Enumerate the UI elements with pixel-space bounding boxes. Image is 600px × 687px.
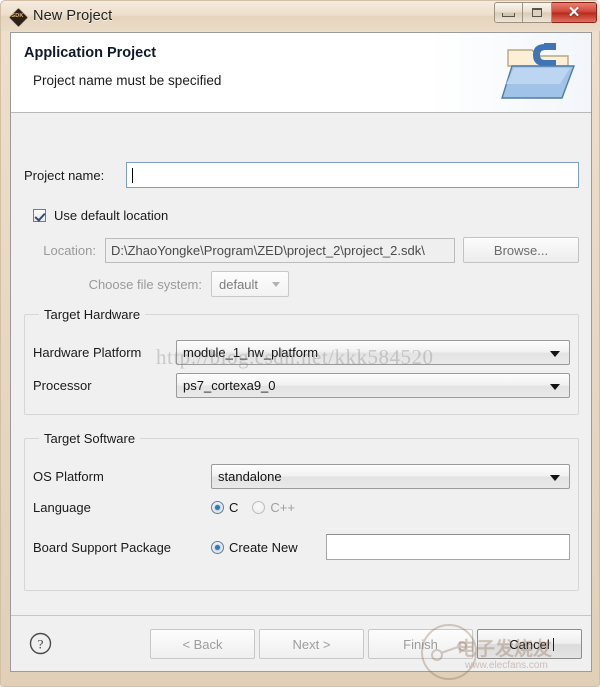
browse-button[interactable]: Browse...	[463, 237, 579, 263]
language-radio-c[interactable]	[211, 501, 224, 514]
cancel-button-label: Cancel	[509, 636, 550, 652]
svg-text:?: ?	[38, 637, 44, 652]
close-button[interactable]: ✕	[552, 2, 597, 23]
use-default-location-label: Use default location	[54, 208, 169, 223]
location-label: Location:	[43, 242, 96, 258]
target-hardware-title: Target Hardware	[39, 307, 146, 322]
hardware-platform-combo[interactable]: module_1_hw_platform	[176, 340, 570, 365]
chevron-down-icon	[550, 383, 560, 390]
language-label-cpp: C++	[270, 500, 295, 515]
button-caret	[553, 638, 554, 651]
title-bar: SDK New Project ✕	[1, 1, 600, 31]
board-support-package-row: Board Support Package Create New	[33, 534, 570, 560]
dialog-window: SDK New Project ✕ Application Project Pr…	[0, 0, 600, 687]
os-platform-value: standalone	[218, 469, 282, 484]
location-value: D:\ZhaoYongke\Program\ZED\project_2\proj…	[111, 242, 425, 258]
processor-combo[interactable]: ps7_cortexa9_0	[176, 373, 570, 398]
use-default-location-checkbox[interactable]	[33, 209, 46, 222]
bsp-label-create-new: Create New	[229, 539, 298, 555]
sdk-diamond-icon: SDK	[8, 6, 29, 28]
project-name-row: Project name:	[24, 162, 579, 188]
file-system-combo[interactable]: default	[211, 271, 289, 297]
page-message: Project name must be specified	[33, 73, 222, 88]
processor-value: ps7_cortexa9_0	[183, 378, 276, 393]
wizard-buttons: < Back Next > Finish Cancel	[150, 629, 582, 659]
language-label: Language	[33, 500, 91, 515]
project-name-input[interactable]	[126, 162, 579, 188]
location-row: Location: D:\ZhaoYongke\Program\ZED\proj…	[24, 237, 579, 263]
next-button[interactable]: Next >	[259, 629, 364, 659]
target-software-title: Target Software	[39, 431, 141, 446]
window-controls: ✕	[494, 2, 597, 23]
os-platform-label: OS Platform	[33, 469, 104, 484]
bsp-name-input[interactable]	[325, 534, 570, 560]
dialog-button-bar: ? < Back Next > Finish Cancel	[11, 615, 591, 671]
minimize-icon	[502, 13, 515, 17]
use-default-location-row[interactable]: Use default location	[33, 208, 168, 223]
text-caret	[132, 167, 133, 183]
location-input[interactable]: D:\ZhaoYongke\Program\ZED\project_2\proj…	[105, 237, 455, 263]
finish-button[interactable]: Finish	[368, 629, 473, 659]
hardware-platform-value: module_1_hw_platform	[183, 345, 319, 360]
help-button[interactable]: ?	[29, 632, 52, 655]
board-support-package-label: Board Support Package	[33, 539, 172, 555]
target-software-group: Target Software OS Platform standalone L…	[24, 431, 579, 591]
minimize-button[interactable]	[494, 2, 523, 23]
chevron-down-icon	[550, 474, 560, 481]
hardware-platform-row: Hardware Platform module_1_hw_platform	[33, 340, 570, 365]
os-platform-combo[interactable]: standalone	[211, 464, 570, 489]
os-platform-row: OS Platform standalone	[33, 464, 570, 489]
maximize-icon	[532, 8, 542, 17]
page-title: Application Project	[24, 45, 157, 61]
hardware-platform-label: Hardware Platform	[33, 345, 142, 360]
chevron-down-icon	[550, 350, 560, 357]
language-row: Language C C++	[33, 500, 570, 515]
dialog-client-area: Application Project Project name must be…	[10, 32, 592, 672]
processor-row: Processor ps7_cortexa9_0	[33, 373, 570, 398]
c-folder-icon	[501, 43, 576, 99]
target-hardware-group: Target Hardware Hardware Platform module…	[24, 307, 579, 415]
bsp-radio-create-new[interactable]	[211, 540, 224, 554]
close-icon: ✕	[567, 4, 581, 21]
language-label-c: C	[229, 500, 239, 515]
cancel-button[interactable]: Cancel	[477, 629, 582, 659]
file-system-value: default	[219, 276, 259, 292]
language-radio-cpp[interactable]	[252, 501, 266, 514]
file-system-row: Choose file system: default	[24, 271, 289, 297]
project-name-label: Project name:	[24, 167, 105, 183]
file-system-label: Choose file system:	[88, 276, 202, 292]
wizard-body: Project name: Use default location Locat…	[11, 114, 591, 635]
maximize-button[interactable]	[523, 2, 552, 23]
wizard-header: Application Project Project name must be…	[11, 33, 591, 113]
back-button[interactable]: < Back	[150, 629, 255, 659]
processor-label: Processor	[33, 378, 92, 393]
sdk-icon-label: SDK	[11, 13, 24, 19]
chevron-down-icon	[272, 282, 280, 287]
